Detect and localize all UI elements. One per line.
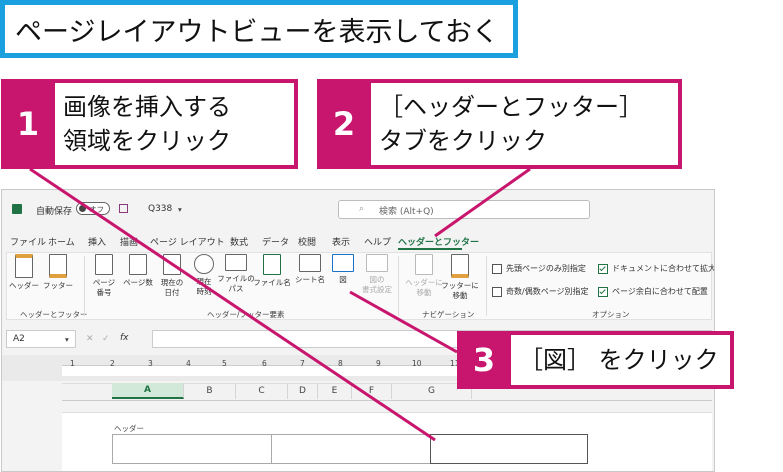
pointer-line-2	[434, 167, 531, 238]
pointer-lines	[29, 167, 531, 442]
pointer-line-3	[349, 290, 458, 354]
